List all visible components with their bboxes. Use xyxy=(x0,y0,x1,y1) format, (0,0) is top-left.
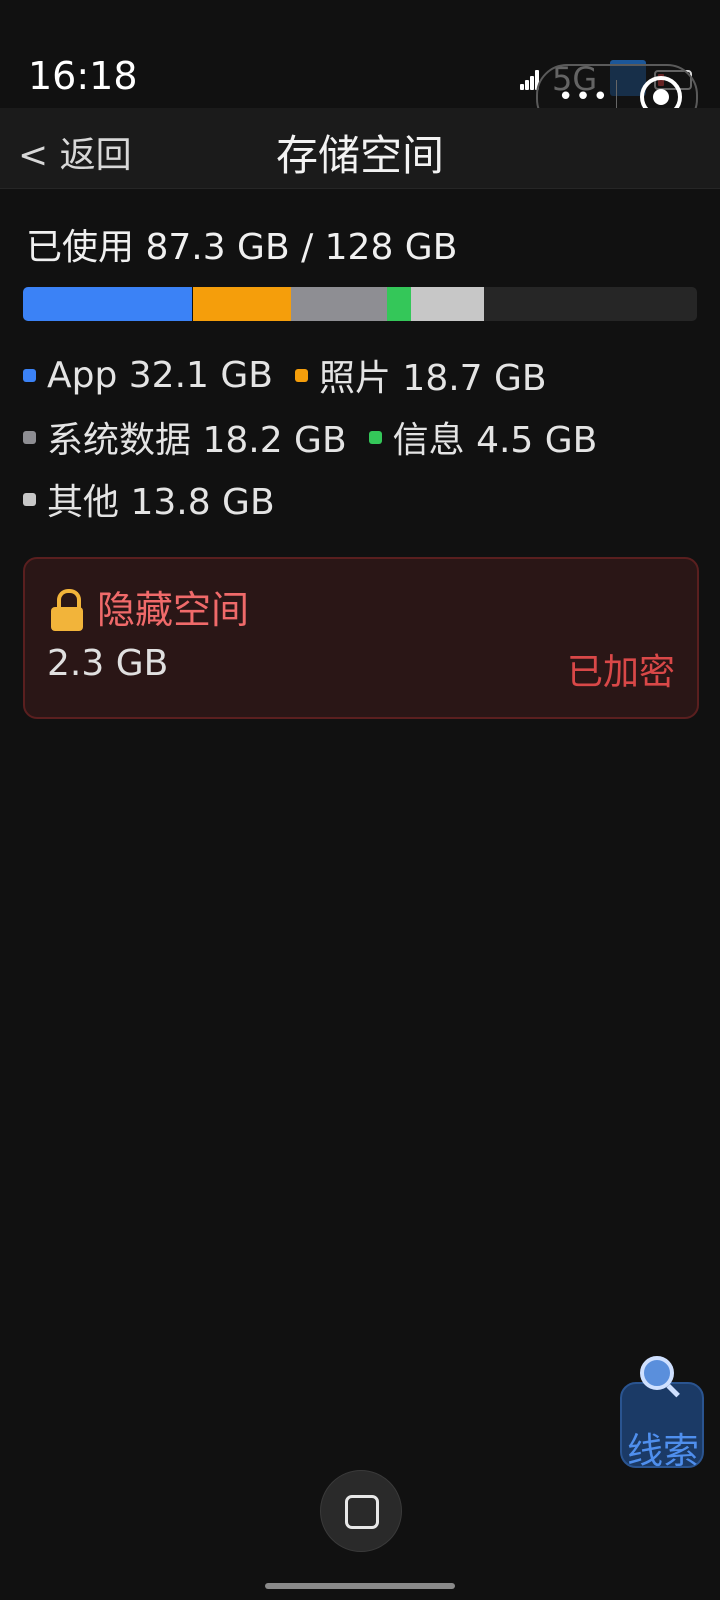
legend-item-other: 其他 13.8 GB xyxy=(23,473,275,525)
more-icon[interactable]: ••• xyxy=(558,84,610,110)
home-indicator[interactable] xyxy=(265,1583,455,1589)
status-time: 16:18 xyxy=(28,54,138,98)
legend-row: App 32.1 GB 照片 18.7 GB xyxy=(23,344,703,406)
usage-segment-0 xyxy=(23,287,194,321)
legend-label-photos: 照片 18.7 GB xyxy=(318,358,547,399)
encrypted-status: 已加密 xyxy=(566,652,675,693)
legend-dot-messages xyxy=(368,430,382,444)
legend-label-other: 其他 13.8 GB xyxy=(47,482,275,523)
hidden-space-size: 2.3 GB xyxy=(47,643,169,684)
usage-segment-1 xyxy=(193,287,292,321)
storage-used-label: 已使用 87.3 GB / 128 GB xyxy=(26,227,458,268)
magnifier-icon xyxy=(640,1356,674,1390)
storage-legend: App 32.1 GB 照片 18.7 GB 系统数据 18.2 GB 信息 4… xyxy=(23,344,703,530)
legend-item-app: App 32.1 GB xyxy=(23,355,273,396)
navigation-bar: < 返回 存储空间 xyxy=(0,108,720,189)
usage-segment-3 xyxy=(387,287,411,321)
legend-item-messages: 信息 4.5 GB xyxy=(368,411,598,463)
home-button[interactable] xyxy=(320,1470,402,1552)
usage-segment-2 xyxy=(291,287,388,321)
legend-label-app: App 32.1 GB xyxy=(47,354,273,396)
hidden-space-card[interactable]: 隐藏空间 2.3 GB 已加密 xyxy=(23,557,699,719)
legend-dot-photos xyxy=(294,368,308,382)
legend-item-system: 系统数据 18.2 GB xyxy=(23,411,347,463)
legend-dot-other xyxy=(23,492,36,506)
hidden-space-title: 隐藏空间 xyxy=(97,588,250,632)
legend-row: 系统数据 18.2 GB 信息 4.5 GB xyxy=(23,406,703,468)
clue-button[interactable]: 线索 xyxy=(620,1356,704,1472)
legend-dot-app xyxy=(23,368,36,382)
legend-label-messages: 信息 4.5 GB xyxy=(392,420,598,461)
clue-label: 线索 xyxy=(626,1431,699,1472)
legend-item-photos: 照片 18.7 GB xyxy=(294,349,547,401)
square-icon xyxy=(345,1495,379,1529)
status-bar: 16:18 5G ••• xyxy=(0,0,720,130)
storage-usage-bar xyxy=(23,287,697,321)
usage-segment-4 xyxy=(410,287,484,321)
legend-dot-system xyxy=(23,430,36,444)
legend-row: 其他 13.8 GB xyxy=(23,468,703,530)
legend-label-system: 系统数据 18.2 GB xyxy=(47,420,347,461)
lock-icon xyxy=(51,589,83,631)
page-title: 存储空间 xyxy=(275,131,444,180)
